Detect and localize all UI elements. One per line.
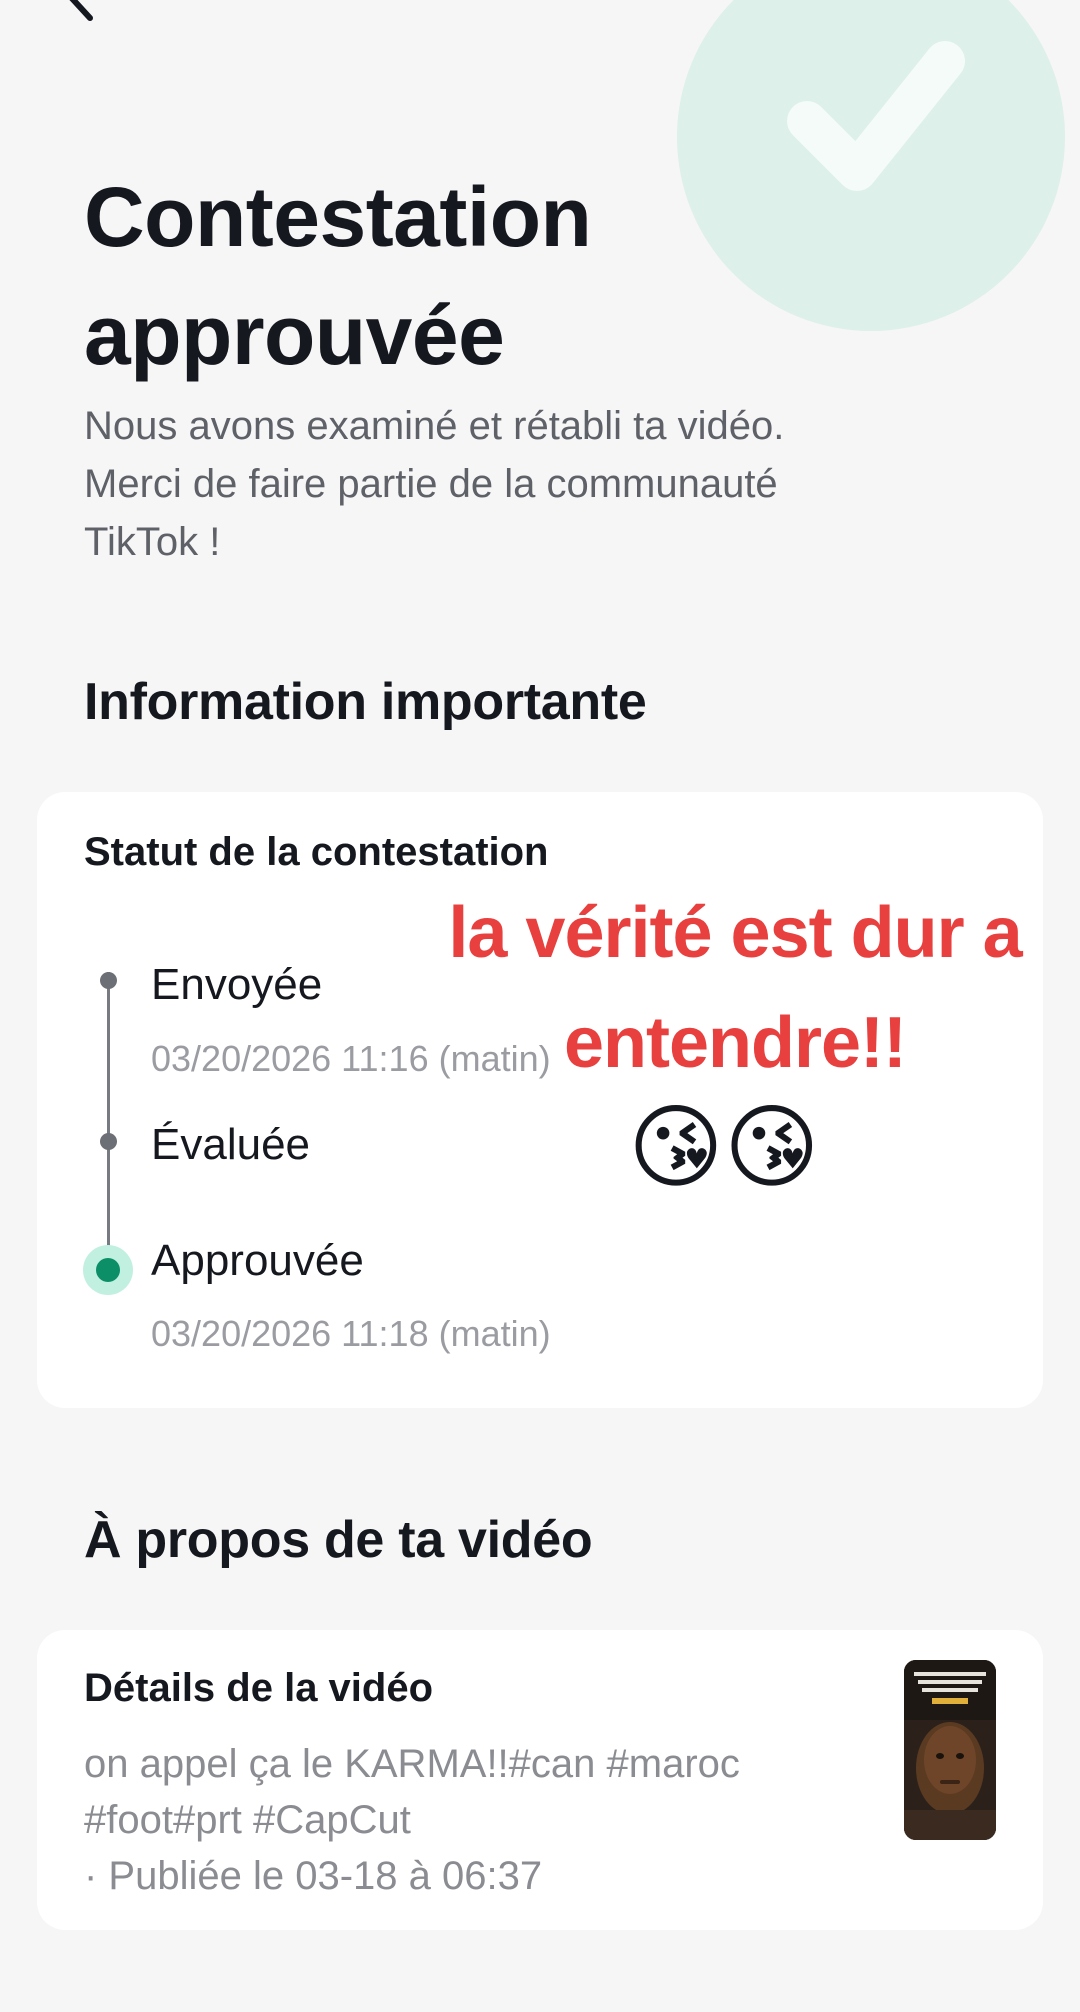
video-caption-line: #foot#prt #CapCut <box>84 1798 411 1842</box>
back-button[interactable] <box>50 0 110 24</box>
step-time-approved: 03/20/2026 11:18 (matin) <box>151 1313 551 1354</box>
video-caption-line: on appel ça le KARMA!!#can #maroc <box>84 1742 740 1786</box>
timeline-dot-active <box>83 1245 133 1295</box>
video-details-card[interactable]: Détails de la vidéo on appel ça le KARMA… <box>37 1630 1043 1930</box>
status-card-title: Statut de la contestation <box>84 830 549 874</box>
video-caption: on appel ça le KARMA!!#can #maroc #foot#… <box>84 1736 864 1904</box>
subtitle-line: TikTok ! <box>84 520 221 564</box>
overlay-caption: la vérité est dur a entendre!! <box>390 878 1080 1098</box>
appeal-approved-page: Contestation approuvée Nous avons examin… <box>0 0 1080 2012</box>
chevron-left-icon <box>69 0 93 21</box>
overlay-emoji: 😘😘 <box>628 1094 820 1201</box>
step-label-sent: Envoyée <box>151 960 323 1009</box>
video-published-date: · Publiée le 03-18 à 06:37 <box>84 1854 543 1898</box>
timeline-dot <box>100 1133 117 1150</box>
thumbnail-image <box>904 1660 996 1840</box>
section-title-info: Information importante <box>84 673 647 731</box>
subtitle-line: Nous avons examiné et rétabli ta vidéo. <box>84 404 785 448</box>
page-title: Contestation approuvée <box>84 158 784 394</box>
timeline-line <box>107 972 110 1262</box>
step-label-reviewed: Évaluée <box>151 1120 311 1169</box>
section-title-video: À propos de ta vidéo <box>84 1511 593 1569</box>
overlay-caption-line: entendre!! <box>563 1003 907 1083</box>
page-title-line: approuvée <box>84 288 505 382</box>
page-title-line: Contestation <box>84 170 592 264</box>
timeline-dot <box>100 972 117 989</box>
page-subtitle: Nous avons examiné et rétabli ta vidéo. … <box>84 397 984 571</box>
step-label-approved: Approuvée <box>151 1236 364 1285</box>
overlay-caption-line: la vérité est dur a <box>448 893 1022 973</box>
subtitle-line: Merci de faire partie de la communauté <box>84 462 778 506</box>
video-thumbnail[interactable] <box>904 1660 996 1840</box>
video-card-title: Détails de la vidéo <box>84 1666 434 1710</box>
